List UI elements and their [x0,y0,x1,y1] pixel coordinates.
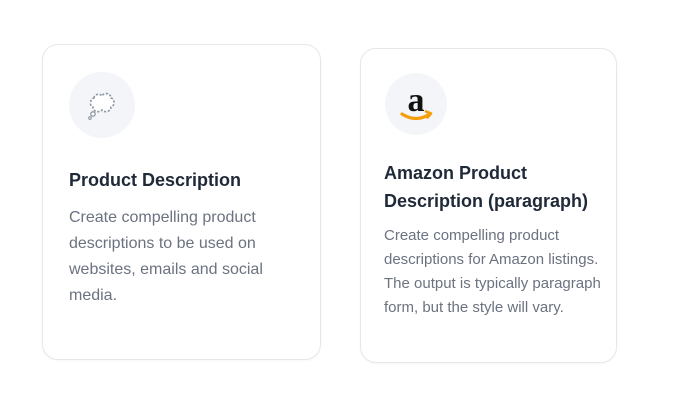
card-description: Create compelling product descriptions t… [69,209,263,304]
amazon-logo-icon: a [385,73,447,135]
card-title: Product Description [69,170,242,190]
thought-bubble-icon [69,72,135,138]
svg-text:a: a [408,82,425,119]
card-title: Amazon Product Description (paragraph) [384,163,589,211]
template-card-product-description[interactable]: Product Description Create compelling pr… [42,44,321,360]
card-description: Create compelling product descriptions f… [384,227,601,316]
template-card-amazon-product-description[interactable]: a Amazon Product Description (paragraph)… [360,48,617,363]
